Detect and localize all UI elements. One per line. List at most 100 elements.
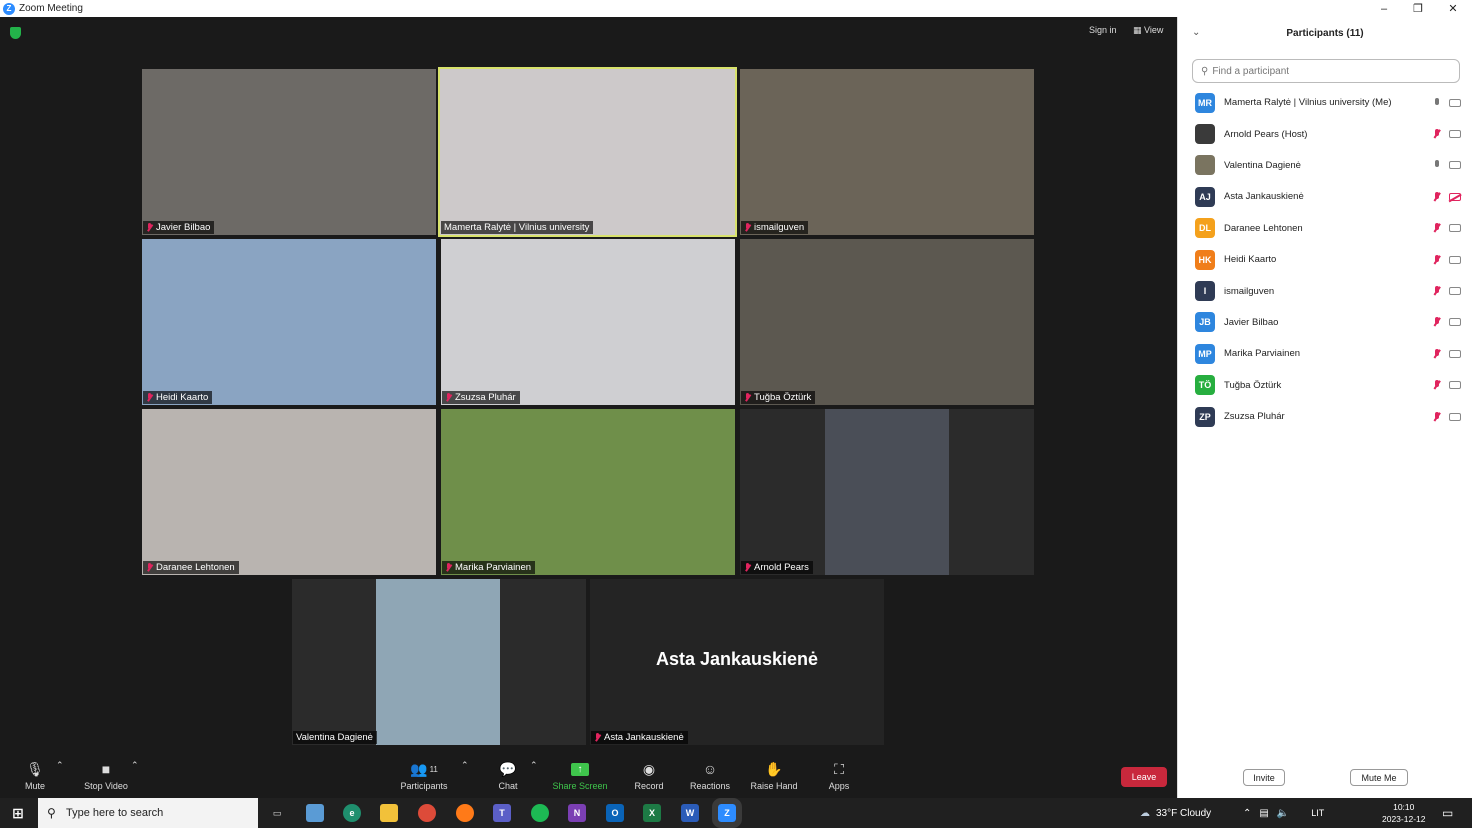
people-icon: 👥 bbox=[410, 760, 428, 777]
microphone-icon: 🎙 bbox=[26, 760, 44, 777]
view-button[interactable]: ▦ View bbox=[1133, 25, 1163, 36]
smiley-plus-icon: ☺ bbox=[702, 761, 718, 777]
participant-row[interactable]: MP Marika Parviainen bbox=[1178, 338, 1472, 369]
edge-icon[interactable]: e bbox=[343, 804, 361, 822]
security-shield-icon[interactable] bbox=[10, 27, 21, 39]
video-tile[interactable]: Arnold Pears bbox=[740, 409, 1034, 575]
video-tile[interactable]: Marika Parviainen bbox=[441, 409, 735, 575]
video-tile[interactable]: ismailguven bbox=[740, 69, 1034, 235]
avatar bbox=[1195, 124, 1215, 145]
chat-caret[interactable]: ⌃ bbox=[530, 760, 538, 771]
participant-row[interactable]: AJ Asta Jankauskienė bbox=[1178, 181, 1472, 212]
participant-name: Valentina Dagienė bbox=[1224, 159, 1301, 171]
participant-search-input[interactable]: ⚲ Find a participant bbox=[1192, 59, 1460, 83]
participant-row[interactable]: Arnold Pears (Host) bbox=[1178, 118, 1472, 149]
stop-video-button[interactable]: ■ Stop Video bbox=[80, 760, 132, 791]
muted-mic-icon bbox=[1433, 286, 1441, 296]
participant-row[interactable]: TÖ Tuğba Öztürk bbox=[1178, 370, 1472, 401]
invite-button[interactable]: Invite bbox=[1243, 769, 1285, 786]
video-camera-icon bbox=[1449, 287, 1461, 296]
participants-button[interactable]: 👥 11 Participants bbox=[398, 760, 450, 792]
muted-mic-icon bbox=[744, 223, 751, 232]
participant-row[interactable]: Iismailguven bbox=[1178, 275, 1472, 306]
muted-mic-icon bbox=[594, 733, 601, 742]
video-tile[interactable]: Valentina Dagienė bbox=[292, 579, 586, 745]
video-tile[interactable]: Tuğba Öztürk bbox=[740, 239, 1034, 405]
video-tile[interactable]: Zsuzsa Pluhár bbox=[441, 239, 735, 405]
windows-taskbar: ⊞ ⚲ Type here to search ▭ e T N O X W Z … bbox=[0, 798, 1472, 828]
reactions-button[interactable]: ☺ Reactions bbox=[688, 760, 732, 791]
mute-button[interactable]: 🎙 Mute bbox=[20, 760, 50, 792]
video-tile[interactable]: Asta Jankauskienė Asta Jankauskienė bbox=[590, 579, 884, 745]
leave-button[interactable]: Leave bbox=[1121, 767, 1167, 787]
participant-name: Heidi Kaarto bbox=[1224, 254, 1277, 266]
video-options-caret[interactable]: ⌃ bbox=[131, 760, 139, 771]
muted-mic-icon bbox=[146, 223, 153, 232]
sign-in-button[interactable]: Sign in bbox=[1089, 25, 1117, 35]
video-camera-icon: ■ bbox=[101, 761, 111, 777]
video-camera-icon bbox=[1449, 381, 1461, 390]
chevron-up-icon[interactable]: ⌃ bbox=[1243, 808, 1251, 819]
muted-mic-icon bbox=[1433, 380, 1441, 390]
microphone-icon bbox=[1433, 97, 1441, 108]
firefox-icon[interactable] bbox=[456, 804, 474, 822]
participants-caret[interactable]: ⌃ bbox=[461, 760, 469, 771]
onenote-icon[interactable]: N bbox=[568, 804, 586, 822]
apps-button[interactable]: ⛶ Apps bbox=[825, 760, 853, 792]
language-indicator[interactable]: LIT bbox=[1311, 808, 1324, 818]
taskbar-search-input[interactable]: ⚲ Type here to search bbox=[38, 798, 258, 828]
avatar: TÖ bbox=[1195, 375, 1215, 396]
weather-widget[interactable]: ☁ 33°F Cloudy bbox=[1140, 798, 1211, 828]
video-camera-icon bbox=[1449, 161, 1461, 170]
clock[interactable]: 10:10 2023-12-12 bbox=[1382, 798, 1425, 828]
record-button[interactable]: ◉ Record bbox=[632, 760, 666, 792]
zoom-taskbar-icon[interactable]: Z bbox=[712, 798, 742, 828]
participant-name: ismailguven bbox=[1224, 285, 1275, 297]
notification-icon[interactable]: ▭ bbox=[1442, 798, 1453, 828]
network-icon[interactable]: ▤ bbox=[1259, 808, 1268, 819]
cloud-icon: ☁ bbox=[1140, 807, 1150, 819]
muted-mic-icon bbox=[445, 393, 452, 402]
volume-icon[interactable]: 🔈 bbox=[1277, 808, 1289, 819]
share-screen-button[interactable]: ↑ Share Screen bbox=[551, 760, 609, 791]
title-bar: Z Zoom Meeting – ❐ ✕ bbox=[0, 0, 1472, 17]
tile-name: Arnold Pears bbox=[754, 562, 809, 573]
minimize-button[interactable]: – bbox=[1367, 0, 1401, 17]
muted-mic-icon bbox=[445, 563, 452, 572]
tile-name: Asta Jankauskienė bbox=[604, 732, 684, 743]
participant-row[interactable]: Valentina Dagienė bbox=[1178, 150, 1472, 181]
close-button[interactable]: ✕ bbox=[1436, 0, 1470, 17]
task-view-icon[interactable]: ▭ bbox=[268, 804, 286, 822]
video-feed bbox=[376, 579, 500, 745]
muted-mic-icon bbox=[1433, 411, 1441, 422]
excel-icon[interactable]: X bbox=[643, 804, 661, 822]
app-icon[interactable] bbox=[306, 804, 324, 822]
spotify-icon[interactable] bbox=[531, 804, 549, 822]
participant-name: Tuğba Öztürk bbox=[1224, 379, 1282, 391]
video-tile[interactable]: Heidi Kaarto bbox=[142, 239, 436, 405]
participant-row[interactable]: MR Mamerta Ralytė | Vilnius university (M… bbox=[1178, 87, 1472, 118]
participant-status bbox=[1433, 129, 1461, 139]
outlook-icon[interactable]: O bbox=[606, 804, 624, 822]
file-explorer-icon[interactable] bbox=[380, 804, 398, 822]
raise-hand-button[interactable]: ✋ Raise Hand bbox=[749, 760, 799, 792]
chrome-icon[interactable] bbox=[418, 804, 436, 822]
meeting-area: Sign in ▦ View Javier Bilbao Mamerta Raly… bbox=[0, 17, 1177, 754]
audio-options-caret[interactable]: ⌃ bbox=[56, 760, 64, 771]
video-tile[interactable]: Javier Bilbao bbox=[142, 69, 436, 235]
word-icon[interactable]: W bbox=[681, 804, 699, 822]
restore-button[interactable]: ❐ bbox=[1401, 0, 1435, 17]
windows-start-icon[interactable]: ⊞ bbox=[9, 804, 27, 822]
participant-row[interactable]: HK Heidi Kaarto bbox=[1178, 244, 1472, 275]
participant-row[interactable]: JB Javier Bilbao bbox=[1178, 307, 1472, 338]
mute-me-button[interactable]: Mute Me bbox=[1350, 769, 1408, 786]
video-tile[interactable]: Mamerta Ralytė | Vilnius university bbox=[438, 67, 737, 237]
participant-row[interactable]: DL Daranee Lehtonen bbox=[1178, 213, 1472, 244]
participant-name-label: Daranee Lehtonen bbox=[143, 561, 239, 574]
participant-row[interactable]: ZP Zsuzsa Pluhár bbox=[1178, 401, 1472, 432]
video-tile[interactable]: Daranee Lehtonen bbox=[142, 409, 436, 575]
participant-name-label: ismailguven bbox=[741, 221, 809, 234]
tile-name: Tuğba Öztürk bbox=[754, 392, 812, 403]
teams-icon[interactable]: T bbox=[493, 804, 511, 822]
chat-button[interactable]: 💬 Chat bbox=[494, 760, 522, 792]
